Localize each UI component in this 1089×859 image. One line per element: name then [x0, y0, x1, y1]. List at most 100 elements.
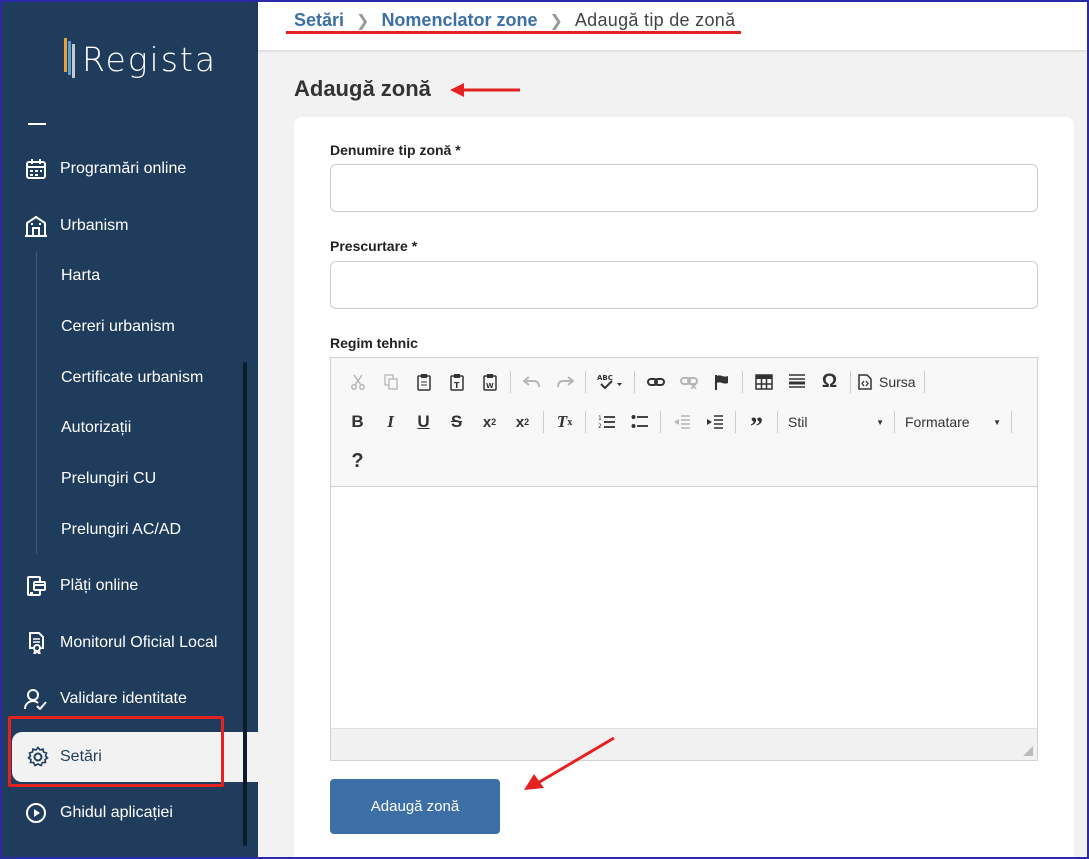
abbr-field-label: Prescurtare * — [330, 238, 418, 254]
sidebar-item-label: Monitorul Oficial Local — [60, 634, 218, 651]
resize-handle-icon[interactable] — [1023, 746, 1033, 756]
toolbar-separator — [742, 371, 743, 393]
sidebar-subitem-prelungiri-ac[interactable]: Prelungiri AC/AD — [61, 521, 181, 539]
sidebar-item-plati[interactable]: Plăți online — [24, 574, 138, 598]
regime-field-label: Regim tehnic — [330, 335, 418, 351]
sidebar-item-label: Plăți online — [60, 577, 139, 594]
play-circle-icon — [24, 801, 48, 825]
cut-icon[interactable] — [341, 368, 374, 396]
subscript-icon[interactable]: x2 — [473, 408, 506, 436]
remove-format-icon[interactable]: Tx — [548, 408, 581, 436]
svg-text:2: 2 — [598, 423, 602, 430]
source-button-label[interactable]: Sursa — [875, 374, 920, 390]
sidebar-subitem-prelungiri-cu[interactable]: Prelungiri CU — [61, 470, 156, 488]
abbr-input[interactable] — [330, 261, 1038, 309]
superscript-icon[interactable]: x2 — [506, 408, 539, 436]
editor-toolbar: T W ABC Ω Sursa B I U S x 2 x 2 T x 1 2 … — [331, 358, 1037, 487]
italic-icon[interactable]: I — [374, 408, 407, 436]
sidebar-item-programari[interactable]: Programări online — [24, 157, 186, 181]
copy-icon[interactable] — [374, 368, 407, 396]
sidebar-subitem-autorizatii[interactable]: Autorizații — [61, 419, 131, 437]
payment-terminal-icon — [24, 574, 48, 598]
svg-text:1: 1 — [598, 415, 602, 422]
indent-icon[interactable] — [698, 408, 731, 436]
rich-text-editor: T W ABC Ω Sursa B I U S x 2 x 2 T x 1 2 … — [330, 357, 1038, 761]
annotation-underline — [286, 31, 741, 34]
page-title: Adaugă zonă — [294, 76, 431, 101]
sidebar-item-ghidul[interactable]: Ghidul aplicației — [24, 801, 173, 825]
toolbar-separator — [660, 411, 661, 433]
app-logo[interactable]: Regista — [64, 34, 217, 79]
sidebar-item-monitorul[interactable]: Monitorul Oficial Local — [24, 631, 217, 655]
toolbar-separator — [585, 411, 586, 433]
undo-icon[interactable] — [515, 368, 548, 396]
sidebar-item-label: Ghidul aplicației — [60, 804, 173, 821]
breadcrumb-nomenclator[interactable]: Nomenclator zone — [381, 10, 537, 31]
spellcheck-icon[interactable]: ABC — [590, 368, 630, 396]
chevron-right-icon: ❯ — [549, 12, 563, 30]
sidebar-item-label: Urbanism — [60, 217, 129, 234]
caret-down-icon: ▼ — [876, 417, 884, 427]
toolbar-separator — [894, 411, 895, 433]
annotation-arrow-title — [450, 83, 520, 97]
toolbar-separator — [585, 371, 586, 393]
sidebar-item-urbanism[interactable]: Urbanism — [24, 214, 128, 238]
annotation-highlight-box — [8, 716, 224, 787]
toolbar-separator — [850, 371, 851, 393]
svg-text:T: T — [454, 381, 460, 390]
editor-content-area[interactable] — [331, 488, 1037, 728]
source-icon[interactable] — [855, 368, 875, 396]
paste-icon[interactable] — [407, 368, 440, 396]
paste-text-icon[interactable]: T — [440, 368, 473, 396]
certificate-document-icon — [24, 631, 48, 655]
breadcrumb-setari[interactable]: Setări — [294, 10, 344, 31]
outdent-icon[interactable] — [665, 408, 698, 436]
building-icon — [24, 214, 48, 238]
blockquote-icon[interactable]: ” — [740, 408, 773, 441]
toolbar-separator — [543, 411, 544, 433]
bulleted-list-icon[interactable] — [623, 408, 656, 436]
sidebar-subitem-cereri[interactable]: Cereri urbanism — [61, 318, 175, 336]
table-icon[interactable] — [747, 368, 780, 396]
caret-down-icon: ▼ — [993, 417, 1001, 427]
format-dropdown-label: Formatare — [905, 414, 970, 430]
form-card: Denumire tip zonă * Prescurtare * Regim … — [294, 117, 1074, 859]
toolbar-separator — [634, 371, 635, 393]
svg-text:ABC: ABC — [597, 374, 613, 382]
anchor-flag-icon[interactable] — [705, 368, 738, 396]
toolbar-row-2: B I U S x2 x2 Tx 12 ” Stil ▼ Formatare ▼ — [341, 407, 1016, 441]
logo-text: Regista — [82, 40, 218, 79]
sidebar-subitem-certificate[interactable]: Certificate urbanism — [61, 369, 203, 387]
numbered-list-icon[interactable]: 12 — [590, 408, 623, 436]
redo-icon[interactable] — [548, 368, 581, 396]
breadcrumb-current: Adaugă tip de zonă — [574, 10, 736, 30]
svg-text:W: W — [486, 382, 494, 390]
paste-word-icon[interactable]: W — [473, 368, 506, 396]
logo-mark-icon — [64, 37, 80, 78]
bold-icon[interactable]: B — [341, 408, 374, 436]
unlink-icon[interactable] — [672, 368, 705, 396]
toolbar-separator — [777, 411, 778, 433]
toolbar-separator — [735, 411, 736, 433]
sidebar-subitem-harta[interactable]: Harta — [61, 267, 100, 285]
editor-status-bar — [331, 728, 1037, 760]
sidebar-collapse-toggle[interactable] — [28, 123, 46, 125]
submenu-guide-line — [36, 252, 37, 554]
sidebar-item-validare[interactable]: Validare identitate — [24, 687, 187, 711]
format-dropdown[interactable]: Formatare ▼ — [899, 409, 1007, 435]
special-char-icon[interactable]: Ω — [813, 368, 846, 396]
style-dropdown[interactable]: Stil ▼ — [782, 409, 890, 435]
sidebar-item-label: Validare identitate — [60, 690, 187, 707]
toolbar-row-1: T W ABC Ω Sursa — [341, 367, 929, 397]
top-bar: Setări ❯ Nomenclator zone ❯ Adaugă tip d… — [258, 0, 1089, 50]
toolbar-row-3: ? — [341, 446, 374, 476]
sidebar-scrollbar[interactable] — [243, 362, 247, 846]
add-zone-button[interactable]: Adaugă zonă — [330, 779, 500, 834]
name-input[interactable] — [330, 164, 1038, 212]
help-icon[interactable]: ? — [341, 447, 374, 475]
horizontal-rule-icon[interactable] — [780, 368, 813, 396]
user-check-icon — [24, 687, 48, 711]
underline-icon[interactable]: U — [407, 408, 440, 436]
link-icon[interactable] — [639, 368, 672, 396]
strikethrough-icon[interactable]: S — [440, 408, 473, 436]
